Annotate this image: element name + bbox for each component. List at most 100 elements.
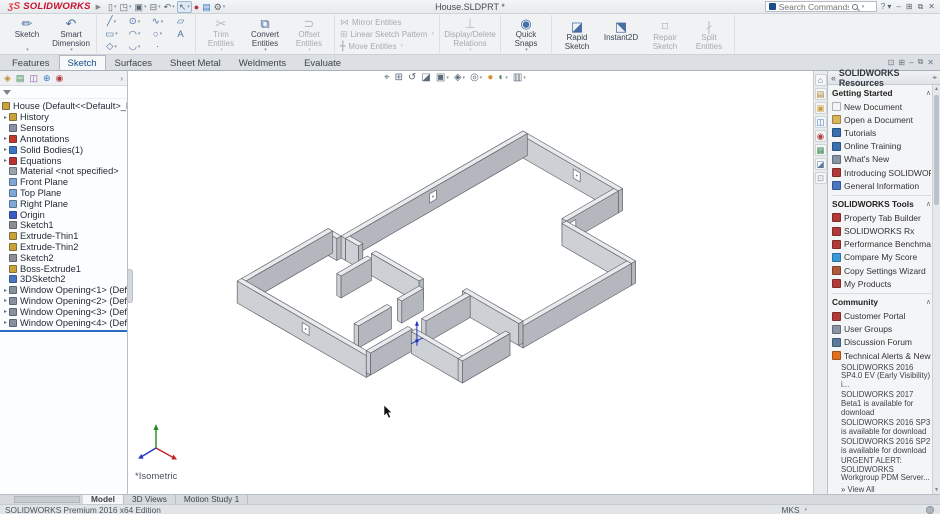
wall-face[interactable] <box>630 260 636 286</box>
user-tags-tab[interactable]: ⊡ <box>814 172 827 184</box>
tree-item-extrude-thin2[interactable]: Extrude-Thin2 <box>0 242 127 253</box>
view-settings-button[interactable]: ▥ ▾ <box>513 72 526 83</box>
built-in-libraries-tab[interactable]: ◪ <box>814 158 827 170</box>
previous-view-button[interactable]: ↺ <box>408 72 416 83</box>
compare-my-score-link[interactable]: Compare My Score <box>832 251 931 264</box>
hide-show-items-button[interactable]: ◎ ▾ <box>470 72 482 83</box>
appearances-scenes-tab[interactable]: ◉ <box>814 130 827 142</box>
slot-tool-button[interactable]: ◇ ▾ <box>100 40 123 53</box>
section-header-solidworks-tools[interactable]: SOLIDWORKS Tools ∧ <box>832 199 931 209</box>
tree-item-sketch1[interactable]: Sketch1 <box>0 220 127 231</box>
arc-tool-button[interactable]: ◠ ▾ <box>123 28 146 41</box>
tree-item-equations[interactable]: ▸ Equations <box>0 155 127 166</box>
tree-item-right-plane[interactable]: Right Plane <box>0 198 127 209</box>
horizontal-scrollbar[interactable] <box>14 496 80 503</box>
print-icon[interactable]: ⊟ ▾ <box>149 1 162 13</box>
restore-button[interactable]: ⊞ <box>906 1 913 13</box>
property-tab-builder-link[interactable]: Property Tab Builder <box>832 211 931 224</box>
expand-arrow-icon[interactable]: ▸ <box>2 135 9 142</box>
house-model-canvas[interactable] <box>128 71 813 494</box>
collapse-section-icon[interactable]: ∧ <box>926 89 931 97</box>
dropdown-caret-icon[interactable]: ▾ <box>160 31 163 37</box>
split-pane-icon[interactable]: ⊡ <box>888 58 895 67</box>
search-icon[interactable] <box>851 3 858 10</box>
new-window-icon[interactable]: ⊞ <box>898 58 905 67</box>
tab-surfaces[interactable]: Surfaces <box>106 55 162 70</box>
spline-tool-button[interactable]: ∿ ▾ <box>146 15 169 28</box>
section-view-button[interactable]: ◪ <box>421 72 430 83</box>
featuremanager-tree-tab[interactable]: ◈ <box>4 72 11 85</box>
dropdown-caret-icon[interactable]: ▾ <box>129 1 132 13</box>
dropdown-caret-icon[interactable]: ▾ <box>158 1 161 13</box>
news-item-link[interactable]: SOLIDWORKS 2016 SP3 is available for dow… <box>841 418 931 436</box>
dropdown-caret-icon[interactable]: ▾ <box>446 75 449 81</box>
point-tool-button[interactable]: · <box>146 40 169 53</box>
solidworks-resources-tab[interactable]: ⌂ <box>814 74 827 86</box>
tree-item-material-not-specified[interactable]: Material <not specified> <box>0 166 127 177</box>
my-products-link[interactable]: My Products <box>832 277 931 290</box>
rapid-sketch-button[interactable]: ◪ Rapid Sketch <box>555 17 599 51</box>
online-training-link[interactable]: Online Training <box>832 140 931 153</box>
file-explorer-tab[interactable]: ▣ <box>814 102 827 114</box>
new-document-link[interactable]: New Document <box>832 100 931 113</box>
tab-features[interactable]: Features <box>3 55 59 70</box>
propertymanager-tab[interactable]: ▤ <box>16 72 25 85</box>
general-information-link[interactable]: General Information <box>832 179 931 192</box>
tab-sheet-metal[interactable]: Sheet Metal <box>161 55 230 70</box>
dropdown-caret-icon[interactable]: ▾ <box>138 19 141 25</box>
expand-arrow-icon[interactable]: ▸ <box>2 319 9 326</box>
tree-item-history[interactable]: ▸ History <box>0 112 127 123</box>
wall-face[interactable] <box>340 235 346 261</box>
graphics-viewport[interactable]: ⌖ ⊞ ↺ ◪ ▣ ▾ ◈ ▾ ◎ ▾ ● ◐ ▾ ▥ ▾ *Isometric <box>128 71 813 494</box>
expand-arrow-icon[interactable]: ▸ <box>2 287 9 294</box>
customer-portal-link[interactable]: Customer Portal <box>832 309 931 322</box>
minimize-button[interactable]: – <box>896 1 900 13</box>
open-a-document-link[interactable]: Open a Document <box>832 113 931 126</box>
dropdown-caret-icon[interactable]: ▾ <box>138 44 141 50</box>
minimize-doc-icon[interactable]: – <box>909 58 913 67</box>
options-icon[interactable]: ⚙ ▾ <box>213 1 227 13</box>
tree-item-origin[interactable]: Origin <box>0 209 127 220</box>
tree-item-solid-bodies-1[interactable]: ▸ Solid Bodies(1) <box>0 144 127 155</box>
tree-item-window-opening-3-default[interactable]: ▸ Window Opening<3> (Default) <box>0 306 127 317</box>
dropdown-caret-icon[interactable]: ▾ <box>144 1 147 13</box>
tree-item-annotations[interactable]: ▸ Annotations <box>0 134 127 145</box>
tree-item-top-plane[interactable]: Top Plane <box>0 188 127 199</box>
apply-scene-button[interactable]: ◐ ▾ <box>498 72 508 83</box>
rebuild-icon[interactable]: ● <box>193 1 200 13</box>
view-palette-tab[interactable]: ◫ <box>814 116 827 128</box>
configurationmanager-tab[interactable]: ◫ <box>29 72 38 85</box>
view-all-link[interactable]: » View All <box>841 485 931 494</box>
section-header-community[interactable]: Community ∧ <box>832 297 931 307</box>
dropdown-caret-icon[interactable]: ▾ <box>463 75 466 81</box>
dropdown-caret-icon[interactable]: ▾ <box>223 1 226 13</box>
open-file-icon[interactable]: ◳ ▾ <box>119 1 133 13</box>
restore-doc-icon[interactable]: ⧉ <box>918 57 924 67</box>
zoom-fit-button[interactable]: ⌖ <box>384 72 390 83</box>
tree-item-3dsketch2[interactable]: 3DSketch2 <box>0 274 127 285</box>
wall-face[interactable] <box>336 235 342 261</box>
wall-face[interactable] <box>425 295 471 344</box>
news-item-link[interactable]: URGENT ALERT: SOLIDWORKS Workgroup PDM S… <box>841 456 931 483</box>
tags-icon[interactable] <box>926 505 934 514</box>
expand-arrow-icon[interactable]: ▸ <box>2 146 9 153</box>
introducing-solidworks-link[interactable]: Introducing SOLIDWORKS <box>832 166 931 179</box>
wall-face[interactable] <box>617 188 623 214</box>
save-icon[interactable]: ▣ ▾ <box>134 1 148 13</box>
wall-face[interactable] <box>365 350 371 376</box>
scroll-down-icon[interactable]: ▼ <box>934 487 939 493</box>
expand-arrow-icon[interactable]: ▸ <box>2 308 9 315</box>
solidworks-rx-link[interactable]: SOLIDWORKS Rx <box>832 225 931 238</box>
dropdown-caret-icon[interactable]: ▾ <box>138 31 141 37</box>
tab-weldments[interactable]: Weldments <box>230 55 295 70</box>
doc-tab-model[interactable]: Model <box>83 495 124 504</box>
wall-face[interactable] <box>336 273 342 299</box>
tree-item-window-opening-2-default[interactable]: ▸ Window Opening<2> (Default) <box>0 296 127 307</box>
convert-entities-button[interactable]: ⧉ Convert Entities ▾ <box>243 14 287 54</box>
collapse-section-icon[interactable]: ∧ <box>926 298 931 306</box>
dropdown-caret-icon[interactable]: ▾ <box>187 1 190 13</box>
displaymanager-tab[interactable]: ◉ <box>56 72 64 85</box>
display-style-button[interactable]: ◈ ▾ <box>454 72 465 83</box>
tree-item-sketch2[interactable]: Sketch2 <box>0 252 127 263</box>
tree-split-bar[interactable] <box>0 329 127 332</box>
